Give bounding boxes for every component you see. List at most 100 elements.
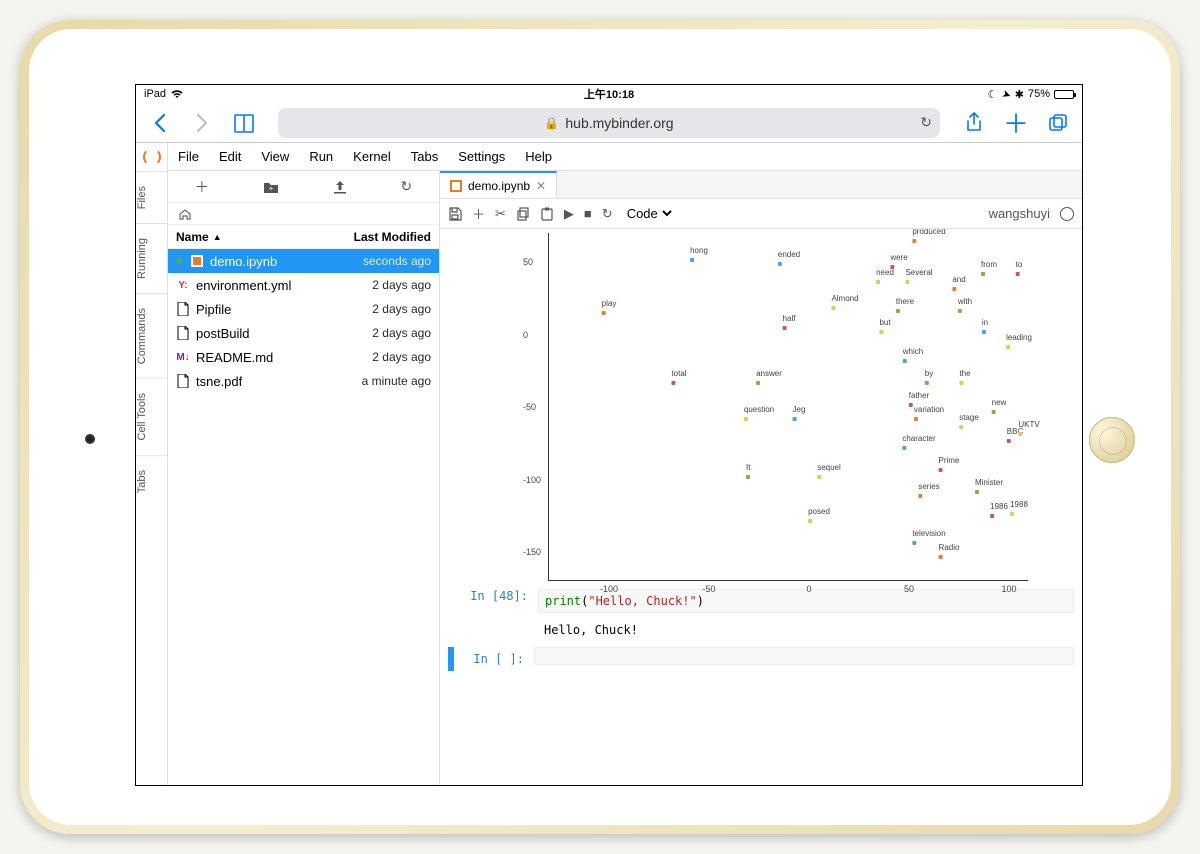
tsne-scatter-plot: -150-100-50050-100-50050100producedhonge… <box>548 233 1028 581</box>
file-row[interactable]: postBuild2 days ago <box>168 321 439 345</box>
menu-run[interactable]: Run <box>299 149 343 164</box>
data-point: to <box>1016 260 1023 278</box>
menu-tabs[interactable]: Tabs <box>401 149 448 164</box>
new-launcher-button[interactable]: ＋ <box>195 177 209 197</box>
file-row[interactable]: M↓README.md2 days ago <box>168 345 439 369</box>
side-tab-files[interactable]: Files <box>136 171 167 223</box>
data-point: need <box>876 268 894 286</box>
file-icon: M↓ <box>176 352 190 363</box>
menu-file[interactable]: File <box>168 149 209 164</box>
share-button[interactable] <box>956 107 992 139</box>
col-name-header[interactable]: Name <box>176 230 209 244</box>
forward-button[interactable] <box>184 107 220 139</box>
ios-status-bar: iPad 上午10:18 ☾ ➤ ✱ 75% <box>136 85 1082 103</box>
data-point: total <box>671 369 686 387</box>
file-row[interactable]: demo.ipynbseconds ago <box>168 249 439 273</box>
file-row[interactable]: tsne.pdfa minute ago <box>168 369 439 393</box>
close-tab-button[interactable]: ✕ <box>536 179 546 193</box>
lock-icon: 🔒 <box>544 116 559 130</box>
side-tab-commands[interactable]: Commands <box>136 293 167 378</box>
side-tab-tabs[interactable]: Tabs <box>136 455 167 507</box>
side-tab-running[interactable]: Running <box>136 223 167 293</box>
output-prompt <box>448 621 538 639</box>
file-icon <box>176 374 190 388</box>
data-point: 1988 <box>1010 500 1028 518</box>
x-tick: -50 <box>702 584 715 594</box>
refresh-button[interactable]: ↻ <box>400 178 412 195</box>
cut-button[interactable]: ✂ <box>495 206 506 222</box>
menu-help[interactable]: Help <box>515 149 562 164</box>
paste-button[interactable] <box>540 207 554 221</box>
code-cell[interactable] <box>534 647 1074 665</box>
wifi-icon <box>170 89 184 99</box>
interrupt-button[interactable]: ■ <box>584 206 592 221</box>
notebook-tab[interactable]: demo.ipynb ✕ <box>440 171 557 198</box>
file-name: Pipfile <box>196 302 366 317</box>
cell-type-select[interactable]: Code <box>623 205 675 222</box>
home-button[interactable] <box>1089 417 1135 463</box>
jupyterlab-menu: FileEditViewRunKernelTabsSettingsHelp <box>168 143 1082 171</box>
new-tab-button[interactable]: ＋ <box>998 107 1034 139</box>
cell-prompt: In [48]: <box>448 589 538 613</box>
side-tab-cell-tools[interactable]: Cell Tools <box>136 378 167 455</box>
file-icon: Y: <box>176 280 190 291</box>
file-name: postBuild <box>196 326 366 341</box>
x-tick: 50 <box>904 584 914 594</box>
data-point: Prime <box>939 456 960 474</box>
y-tick: -100 <box>523 475 541 485</box>
file-icon <box>190 255 204 267</box>
data-point: 1986 <box>990 502 1008 520</box>
notebook-icon <box>450 180 462 192</box>
back-button[interactable] <box>142 107 178 139</box>
data-point: Almond <box>831 294 858 312</box>
notebook-area: demo.ipynb ✕ ＋ ✂ <box>440 171 1082 785</box>
safari-toolbar: 🔒 hub.mybinder.org ↻ ＋ <box>136 103 1082 143</box>
file-name: demo.ipynb <box>210 254 357 269</box>
restart-button[interactable]: ↻ <box>602 206 613 222</box>
file-row[interactable]: Pipfile2 days ago <box>168 297 439 321</box>
data-point: and <box>952 275 965 293</box>
run-button[interactable]: ▶ <box>564 206 574 222</box>
data-point: the <box>959 369 970 387</box>
new-folder-button[interactable]: + <box>263 180 279 194</box>
data-point: Minister <box>975 478 1003 496</box>
data-point: character <box>902 434 935 452</box>
device-camera <box>85 434 95 444</box>
menu-settings[interactable]: Settings <box>448 149 515 164</box>
insert-cell-button[interactable]: ＋ <box>472 204 485 223</box>
data-point: It <box>746 463 752 481</box>
url-bar[interactable]: 🔒 hub.mybinder.org ↻ <box>278 108 940 138</box>
menu-edit[interactable]: Edit <box>209 149 251 164</box>
tabs-button[interactable] <box>1040 107 1076 139</box>
y-tick: 50 <box>523 257 533 267</box>
menu-view[interactable]: View <box>251 149 299 164</box>
reload-icon[interactable]: ↻ <box>920 114 932 131</box>
file-name: README.md <box>196 350 366 365</box>
data-point: new <box>992 398 1007 416</box>
y-tick: -150 <box>523 547 541 557</box>
upload-button[interactable] <box>333 180 347 194</box>
data-point: Several <box>905 268 932 286</box>
menu-kernel[interactable]: Kernel <box>343 149 401 164</box>
data-point: leading <box>1006 333 1032 351</box>
clock: 上午10:18 <box>584 86 634 102</box>
file-icon <box>176 326 190 340</box>
data-point: play <box>602 299 617 317</box>
file-row[interactable]: Y:environment.yml2 days ago <box>168 273 439 297</box>
save-button[interactable] <box>448 207 462 221</box>
data-point: from <box>981 260 997 278</box>
jupyter-logo <box>136 143 168 171</box>
x-tick: 0 <box>806 584 811 594</box>
data-point: ended <box>778 250 800 268</box>
battery-pct: 75% <box>1028 88 1050 100</box>
data-point: in <box>982 318 988 336</box>
data-point: but <box>879 318 890 336</box>
svg-text:+: + <box>268 184 273 193</box>
notebook-tab-label: demo.ipynb <box>468 179 530 193</box>
copy-button[interactable] <box>516 207 530 221</box>
bookmarks-button[interactable] <box>226 107 262 139</box>
col-modified-header[interactable]: Last Modified <box>354 230 431 244</box>
data-point: hong <box>690 246 708 264</box>
breadcrumb[interactable] <box>168 203 439 225</box>
data-point: which <box>903 347 923 365</box>
